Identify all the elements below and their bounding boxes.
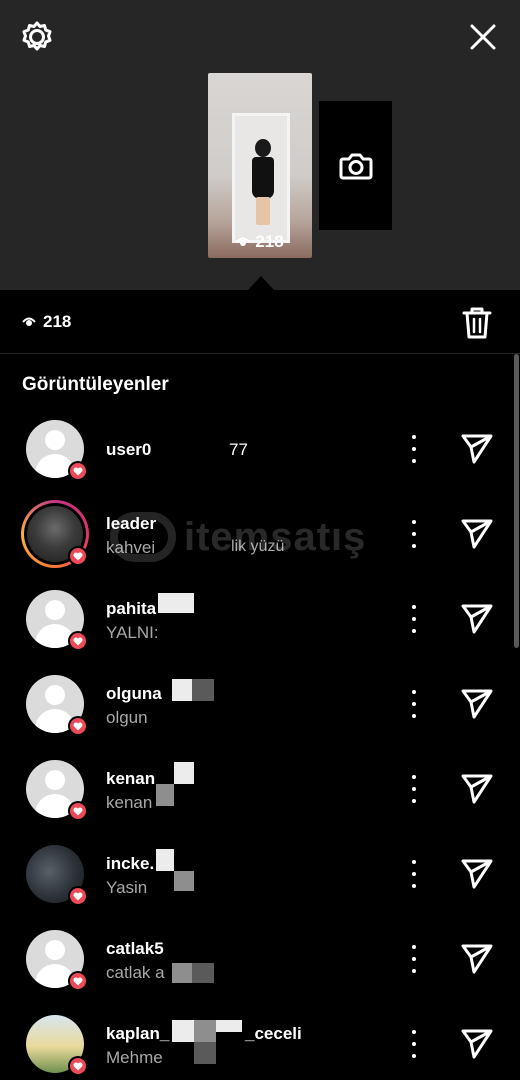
viewer-username-suffix: 77 [229,440,248,459]
send-icon[interactable] [460,856,494,890]
viewer-fullname: catlak a [106,963,165,982]
heart-icon [68,631,88,651]
viewer-username[interactable]: incke. [106,854,154,874]
send-icon[interactable] [460,771,494,805]
settings-icon[interactable] [18,18,56,56]
redaction-block [192,679,214,701]
eye-icon [22,317,36,326]
send-icon[interactable] [460,686,494,720]
more-icon[interactable] [404,435,424,463]
heart-icon [68,461,88,481]
viewer-row[interactable]: leader kahvei lik yüzü [0,492,520,577]
viewer-fullname-tail: lik yüzü [231,538,285,555]
viewer-username[interactable]: kaplan_ [106,1024,169,1044]
thumbnail-view-count-value: 218 [255,232,284,251]
redaction-block [156,784,174,806]
viewer-username[interactable]: user0 [106,440,151,460]
send-icon[interactable] [460,431,494,465]
viewer-fullname: YALNI: [106,623,159,642]
heart-icon [68,716,88,736]
viewer-row[interactable]: incke. Yasin [0,832,520,917]
viewer-username[interactable]: leader [106,514,156,534]
redaction-block [216,1020,242,1032]
redaction-block [174,871,194,891]
redaction-block [194,1042,216,1064]
viewer-row[interactable]: kaplan_ _ceceli Mehme [0,1002,520,1080]
viewer-fullname: kenan [106,793,153,812]
view-count: 218 [43,311,72,331]
eye-icon [236,237,251,246]
redaction-block [176,593,194,613]
more-icon[interactable] [404,690,424,718]
heart-icon [68,886,88,906]
send-icon[interactable] [460,941,494,975]
redaction-block [194,1020,216,1042]
viewer-fullname: Mehme [106,1048,163,1067]
selected-story-pointer [248,276,274,290]
redaction-block [192,963,214,983]
viewers-list: user0 77 leader kahvei lik yüzü pahita Y… [0,407,520,1080]
viewer-fullname: kahvei [106,538,156,557]
viewers-heading: Görüntüleyenler [22,374,169,395]
more-icon[interactable] [404,860,424,888]
heart-icon [68,801,88,821]
redaction-block [172,1020,194,1042]
viewer-row[interactable]: user0 77 [0,407,520,492]
viewer-row[interactable]: catlak5 catlak a [0,917,520,1002]
heart-icon [68,546,88,566]
viewer-username[interactable]: kenan [106,769,155,789]
viewer-fullname: Yasin [106,878,148,897]
redaction-block [174,762,194,784]
story-preview-header: 218 [0,0,520,290]
viewer-row[interactable]: pahita YALNI: [0,577,520,662]
viewer-fullname: olgun [106,708,148,727]
viewer-row[interactable]: kenan kenan [0,747,520,832]
camera-icon [339,153,372,179]
redaction-block [156,849,174,871]
more-icon[interactable] [404,775,424,803]
add-story-camera-button[interactable] [319,101,392,230]
more-icon[interactable] [404,605,424,633]
send-icon[interactable] [460,601,494,635]
thumbnail-figure [255,139,271,157]
send-icon[interactable] [460,1026,494,1060]
viewer-username-tail: _ceceli [245,1024,302,1043]
more-icon[interactable] [404,945,424,973]
viewer-username[interactable]: pahita [106,599,156,619]
more-icon[interactable] [404,1030,424,1058]
redaction-block [172,963,192,983]
send-icon[interactable] [460,516,494,550]
more-icon[interactable] [404,520,424,548]
heart-icon [68,1056,88,1076]
heart-icon [68,971,88,991]
thumbnail-view-count: 218 [208,232,312,252]
story-thumbnail[interactable]: 218 [208,73,312,258]
viewer-username[interactable]: olguna [106,684,162,704]
close-icon[interactable] [464,18,502,56]
viewer-row[interactable]: olguna olgun [0,662,520,747]
view-count-row: 218 [0,290,520,354]
redaction-block [158,593,176,613]
redaction-block [172,679,192,701]
viewer-username[interactable]: catlak5 [106,939,164,959]
trash-icon[interactable] [462,306,492,340]
